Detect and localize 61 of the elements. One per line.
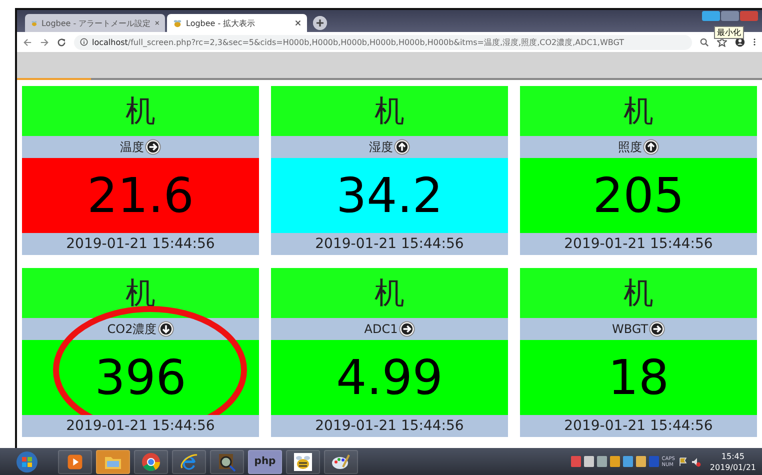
sensor-value: 34.2 bbox=[271, 158, 508, 233]
timestamp: 2019-01-21 15:44:56 bbox=[22, 415, 259, 437]
timestamp: 2019-01-21 15:44:56 bbox=[520, 415, 757, 437]
bee-icon bbox=[31, 18, 38, 28]
palette-icon[interactable] bbox=[324, 450, 358, 474]
sensor-name: 机 bbox=[22, 86, 259, 136]
clock-time[interactable]: 15:45 bbox=[721, 450, 744, 462]
timestamp: 2019-01-21 15:44:56 bbox=[520, 233, 757, 255]
tray-icon[interactable] bbox=[596, 456, 607, 467]
sensor-label: WBGT bbox=[612, 322, 648, 336]
tray-icon[interactable] bbox=[584, 456, 594, 467]
account-icon[interactable] bbox=[735, 37, 745, 47]
browser-tab[interactable]: Logbee - 拡大表示 bbox=[167, 14, 307, 32]
timestamp: 2019-01-21 15:44:56 bbox=[271, 233, 508, 255]
sensor-label: ADC1 bbox=[364, 322, 398, 336]
chrome-icon[interactable] bbox=[134, 450, 168, 474]
timestamp: 2019-01-21 15:44:56 bbox=[22, 233, 259, 255]
timestamp: 2019-01-21 15:44:56 bbox=[271, 415, 508, 437]
reload-icon[interactable] bbox=[57, 38, 66, 46]
sensor-value: 205 bbox=[520, 158, 757, 233]
magnifier-icon[interactable] bbox=[210, 450, 244, 474]
back-icon[interactable] bbox=[23, 38, 32, 46]
sensor-name: 机 bbox=[271, 268, 508, 318]
sensor-name: 机 bbox=[22, 268, 259, 318]
sensor-label: 温度 bbox=[120, 138, 144, 156]
tab-title: Logbee - アラートメール設定 bbox=[41, 18, 151, 28]
speaker-icon[interactable] bbox=[690, 456, 701, 466]
sensor-label: CO2濃度 bbox=[107, 320, 157, 338]
forward-icon[interactable] bbox=[40, 38, 49, 46]
close-icon[interactable] bbox=[295, 20, 301, 26]
sensor-value: 18 bbox=[520, 340, 757, 415]
sensor-name: 机 bbox=[271, 86, 508, 136]
tray-icon[interactable] bbox=[636, 456, 646, 467]
sensor-name: 机 bbox=[520, 86, 757, 136]
tooltip: 最小化 bbox=[714, 26, 744, 39]
close-icon[interactable] bbox=[154, 20, 159, 26]
sensor-value: 21.6 bbox=[22, 158, 259, 233]
new-tab-icon[interactable] bbox=[313, 16, 327, 30]
bee-icon bbox=[173, 18, 182, 28]
menu-icon[interactable] bbox=[753, 37, 756, 47]
sensor-label: 照度 bbox=[618, 138, 642, 156]
clock-date[interactable]: 2019/01/21 bbox=[710, 462, 756, 472]
sensor-label: 湿度 bbox=[369, 138, 393, 156]
address-field[interactable]: localhost/full_screen.php?rc=2,3&sec=5&cids=H000b,H000b,H000b,H000b,H000b,H000b&itms=温度,湿度,照度,CO2濃度,ADC1,WBGT bbox=[74, 34, 692, 50]
star-icon[interactable] bbox=[717, 37, 727, 47]
bee-icon[interactable] bbox=[286, 450, 320, 474]
zoom-icon[interactable] bbox=[700, 38, 709, 46]
start-button[interactable] bbox=[16, 450, 38, 472]
media-player-icon[interactable] bbox=[58, 450, 92, 474]
flag-icon[interactable] bbox=[678, 456, 688, 466]
php-icon[interactable]: php bbox=[248, 450, 282, 474]
folder-icon[interactable] bbox=[96, 450, 130, 474]
sensor-name: 机 bbox=[520, 268, 757, 318]
tab-title: Logbee - 拡大表示 bbox=[186, 18, 256, 28]
browser-tab[interactable]: Logbee - アラートメール設定 bbox=[25, 14, 165, 32]
tray-icon[interactable] bbox=[622, 456, 633, 467]
sensor-value: 4.99 bbox=[271, 340, 508, 415]
browser-e-icon[interactable] bbox=[172, 450, 206, 474]
sensor-value: 396 bbox=[22, 340, 259, 415]
tray-icon[interactable] bbox=[610, 456, 620, 467]
info-icon[interactable] bbox=[80, 38, 88, 46]
